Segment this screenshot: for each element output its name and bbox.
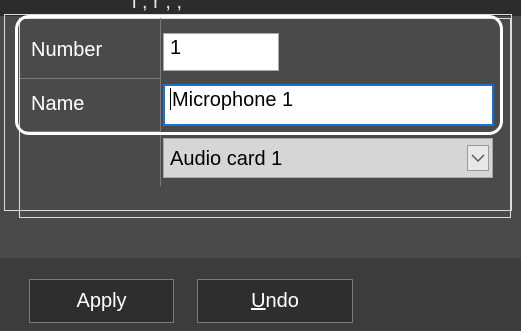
undo-label-rest: ndo [265,289,299,312]
undo-label: Undo [251,290,299,313]
audio-device-value: Audio card 1 [170,148,283,170]
undo-mnemonic: U [251,289,266,312]
highlight-outline [15,15,503,135]
dropdown-button[interactable] [467,145,489,171]
apply-button[interactable]: Apply [29,279,174,323]
undo-button[interactable]: Undo [197,279,353,323]
header-partial-text: l , r , , [132,0,182,13]
audio-device-select[interactable]: Audio card 1 [163,138,493,178]
chevron-down-icon [471,154,485,162]
settings-panel: l , r , , Number 1 Name Microphone 1 Aud… [0,0,521,258]
apply-label: Apply [76,289,127,312]
